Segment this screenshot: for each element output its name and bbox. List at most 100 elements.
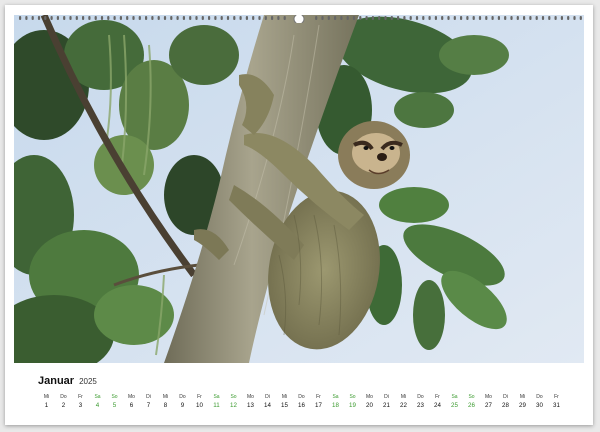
binding-ring xyxy=(460,16,463,20)
binding-ring xyxy=(214,16,217,20)
weekday-label: Mo xyxy=(366,394,373,400)
binding-ring xyxy=(239,16,242,20)
weekday-label: Do xyxy=(298,394,305,400)
weekday-label: So xyxy=(111,394,118,400)
day-cell: Mo 20 xyxy=(361,393,378,411)
day-number: 11 xyxy=(213,402,220,409)
binding-ring xyxy=(220,16,223,20)
binding-ring xyxy=(50,16,53,20)
binding-ring xyxy=(75,16,78,20)
binding-ring xyxy=(138,16,141,20)
binding-ring xyxy=(315,16,318,20)
binding-ring xyxy=(201,16,204,20)
weekday-label: Do xyxy=(417,394,424,400)
binding-ring xyxy=(44,16,47,20)
binding-ring xyxy=(428,16,431,20)
weekday-label: So xyxy=(349,394,356,400)
binding-ring xyxy=(31,16,34,20)
day-cell: So 19 xyxy=(344,393,361,411)
binding-ring xyxy=(37,16,41,20)
weekday-label: Mi xyxy=(43,394,50,400)
binding-ring xyxy=(523,16,526,20)
day-number: 28 xyxy=(502,402,509,409)
binding-ring xyxy=(107,16,110,20)
binding-ring xyxy=(208,16,211,20)
weekday-label: Mo xyxy=(247,394,254,400)
day-number: 26 xyxy=(468,402,475,409)
day-cell: Mo 13 xyxy=(242,393,259,411)
day-cell: So 26 xyxy=(463,393,480,411)
day-cell: Mi 8 xyxy=(157,393,174,411)
binding-ring xyxy=(321,16,324,20)
weekday-label: Do xyxy=(179,394,186,400)
day-cell: Fr 24 xyxy=(429,393,446,411)
day-cell: Sa 11 xyxy=(208,393,225,411)
day-number: 19 xyxy=(349,402,356,409)
binding-ring xyxy=(151,16,154,20)
binding-ring xyxy=(258,16,261,20)
binding-ring xyxy=(535,16,538,20)
binding-ring xyxy=(378,16,381,20)
binding-ring xyxy=(371,16,374,20)
binding-ring xyxy=(491,16,494,20)
binding-ring xyxy=(548,16,551,20)
binding-ring xyxy=(422,16,425,20)
weekday-label: So xyxy=(468,394,475,400)
day-number: 20 xyxy=(366,402,373,409)
binding-ring xyxy=(56,16,59,20)
binding-ring xyxy=(271,16,274,20)
weekday-label: Di xyxy=(146,394,151,400)
binding-ring xyxy=(365,16,368,20)
day-cell: So 12 xyxy=(225,393,242,411)
binding-ring xyxy=(94,16,97,20)
binding-ring xyxy=(145,16,148,20)
day-number: 1 xyxy=(44,402,49,409)
weekday-label: Sa xyxy=(451,394,458,400)
day-cell: Di 28 xyxy=(497,393,514,411)
day-cell: Fr 17 xyxy=(310,393,327,411)
sloth-photo xyxy=(14,15,584,363)
binding-ring xyxy=(466,16,469,20)
binding-ring xyxy=(554,16,557,20)
binding-ring xyxy=(434,16,437,20)
day-cell: So 5 xyxy=(106,393,123,411)
binding-ring xyxy=(25,16,28,20)
binding-ring xyxy=(359,16,362,20)
binding-ring xyxy=(245,16,248,20)
day-number: 17 xyxy=(315,402,322,409)
day-cell: Fr 31 xyxy=(548,393,565,411)
binding-ring xyxy=(182,16,185,20)
day-number: 13 xyxy=(247,402,254,409)
day-cell: Mi 1 xyxy=(38,393,55,411)
weekday-label: Di xyxy=(265,394,270,400)
day-cell: Do 9 xyxy=(174,393,191,411)
binding-holes xyxy=(19,15,582,23)
day-cell: Mi 22 xyxy=(395,393,412,411)
day-number: 24 xyxy=(434,402,441,409)
day-number: 10 xyxy=(196,402,203,409)
binding-ring xyxy=(384,16,387,20)
day-number: 21 xyxy=(383,402,390,409)
day-cell: Do 16 xyxy=(293,393,310,411)
day-number: 6 xyxy=(129,402,134,409)
weekday-label: Mi xyxy=(519,394,526,400)
binding-ring xyxy=(346,16,349,20)
day-cell: Fr 3 xyxy=(72,393,89,411)
binding-ring xyxy=(82,16,85,20)
binding-ring xyxy=(176,16,179,20)
day-cell: Di 7 xyxy=(140,393,157,411)
binding-ring xyxy=(441,16,444,20)
calendar-page: Januar 2025 Mi 1 Do 2 Fr 3 Sa 4 So 5 Mo 6 Di 7 Mi 8 Do 9 F… xyxy=(5,5,593,425)
binding-ring xyxy=(157,16,160,20)
binding-ring xyxy=(403,16,406,20)
binding-ring xyxy=(516,16,519,20)
weekday-label: Di xyxy=(503,394,508,400)
binding-ring xyxy=(126,16,129,20)
binding-ring xyxy=(579,16,582,20)
binding-ring xyxy=(283,16,286,20)
binding-ring xyxy=(504,16,507,20)
binding-ring xyxy=(233,16,236,20)
binding-ring xyxy=(397,16,400,20)
weekday-label: Fr xyxy=(197,394,202,400)
weekday-label: Do xyxy=(536,394,543,400)
